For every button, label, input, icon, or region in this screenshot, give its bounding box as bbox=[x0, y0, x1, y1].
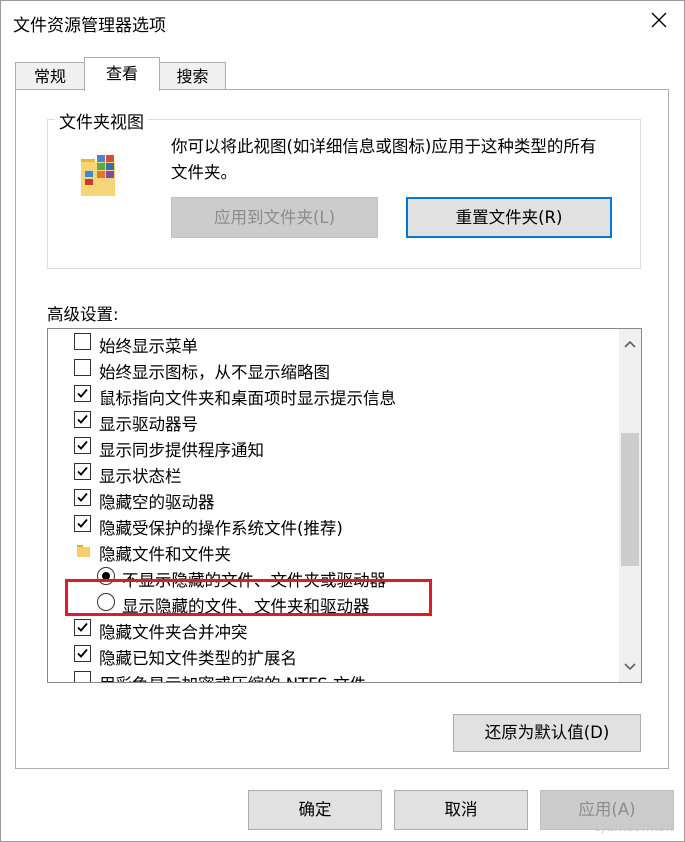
dialog-window: 文件资源管理器选项 常规 查看 搜索 .tab{top:61px;} .tab.… bbox=[0, 0, 685, 842]
list-item[interactable]: 显示驱动器号 bbox=[48, 408, 620, 434]
list-item[interactable]: 显示同步提供程序通知 bbox=[48, 434, 620, 460]
chevron-down-icon bbox=[624, 663, 636, 671]
advanced-settings-label: 高级设置: bbox=[47, 305, 119, 324]
description-line-2: 文件夹。 bbox=[171, 163, 237, 182]
checkbox-checked[interactable] bbox=[74, 437, 91, 454]
list-item-label: 隐藏受保护的操作系统文件(推荐) bbox=[99, 519, 343, 538]
checkbox-unchecked[interactable] bbox=[74, 333, 91, 350]
checkbox-unchecked[interactable] bbox=[74, 671, 91, 682]
restore-defaults-button[interactable]: 还原为默认值(D) bbox=[453, 714, 641, 752]
list-item-label: 显示同步提供程序通知 bbox=[99, 441, 264, 460]
close-icon bbox=[651, 12, 667, 28]
folder-icon bbox=[77, 543, 91, 562]
close-button[interactable] bbox=[648, 9, 670, 31]
advanced-settings-list[interactable]: 始终显示菜单 始终显示图标，从不显示缩略图 鼠标指向文件夹和桌面项时显示提示信息… bbox=[47, 328, 642, 683]
list-item-label: 用彩色显示加密或压缩的 NTFS 文件 bbox=[99, 671, 366, 682]
checkbox-checked[interactable] bbox=[74, 411, 91, 428]
list-item[interactable]: 不显示隐藏的文件、文件夹或驱动器 bbox=[48, 564, 620, 590]
scrollbar-thumb[interactable] bbox=[621, 433, 639, 566]
tab-search[interactable]: 搜索 bbox=[159, 62, 226, 90]
checkmark-icon bbox=[77, 466, 88, 476]
list-item[interactable]: 始终显示图标，从不显示缩略图 bbox=[48, 356, 620, 382]
vertical-scrollbar[interactable] bbox=[619, 329, 641, 682]
list-item[interactable]: 显示隐藏的文件、文件夹和驱动器 bbox=[48, 590, 620, 616]
list-item-label: 始终显示菜单 bbox=[99, 337, 198, 356]
list-item[interactable]: 鼠标指向文件夹和桌面项时显示提示信息 bbox=[48, 382, 620, 408]
description-line-1: 你可以将此视图(如详细信息或图标)应用于这种类型的所有 bbox=[171, 137, 597, 156]
list-item-label: 显示驱动器号 bbox=[99, 415, 198, 434]
list-item-label: 不显示隐藏的文件、文件夹或驱动器 bbox=[122, 571, 386, 590]
reset-folders-button[interactable]: 重置文件夹(R) bbox=[406, 197, 612, 238]
apply-to-folders-button[interactable]: 应用到文件夹(L) bbox=[171, 197, 378, 238]
list-item-label: 始终显示图标，从不显示缩略图 bbox=[99, 363, 330, 382]
list-item-label: 隐藏文件和文件夹 bbox=[99, 545, 231, 564]
checkmark-icon bbox=[77, 622, 88, 632]
scroll-down-button[interactable] bbox=[619, 658, 641, 676]
tab-view-label: 查看 bbox=[105, 64, 138, 83]
list-item[interactable]: 隐藏空的驱动器 bbox=[48, 486, 620, 512]
folder-views-description: 你可以将此视图(如详细信息或图标)应用于这种类型的所有 文件夹。 bbox=[171, 134, 641, 186]
checkbox-checked[interactable] bbox=[74, 645, 91, 662]
checkbox-checked[interactable] bbox=[74, 463, 91, 480]
tab-search-label: 搜索 bbox=[176, 67, 209, 86]
list-item[interactable]: 隐藏文件夹合并冲突 bbox=[48, 616, 620, 642]
tab-general-label: 常规 bbox=[33, 67, 66, 86]
checkmark-icon bbox=[77, 518, 88, 528]
watermark: cfan.com.cn bbox=[594, 820, 674, 835]
checkmark-icon bbox=[77, 648, 88, 658]
list-item-label: 显示状态栏 bbox=[99, 467, 182, 486]
list-item[interactable]: 隐藏已知文件类型的扩展名 bbox=[48, 642, 620, 668]
list-item-label: 显示隐藏的文件、文件夹和驱动器 bbox=[122, 597, 370, 616]
checkmark-icon bbox=[77, 492, 88, 502]
list-item-label: 隐藏文件夹合并冲突 bbox=[99, 623, 248, 642]
list-item[interactable]: 用彩色显示加密或压缩的 NTFS 文件 bbox=[48, 668, 620, 682]
radio-dot bbox=[102, 572, 110, 580]
list-item-label: 隐藏空的驱动器 bbox=[99, 493, 215, 512]
checkmark-icon bbox=[77, 414, 88, 424]
window-title: 文件资源管理器选项 bbox=[13, 16, 166, 36]
checkmark-icon bbox=[77, 440, 88, 450]
list-item[interactable]: 始终显示菜单 bbox=[48, 330, 620, 356]
list-item[interactable]: 隐藏受保护的操作系统文件(推荐) bbox=[48, 512, 620, 538]
checkbox-checked[interactable] bbox=[74, 489, 91, 506]
tab-general[interactable]: 常规 bbox=[15, 62, 85, 90]
checkmark-icon bbox=[77, 388, 88, 398]
ok-button[interactable]: 确定 bbox=[248, 790, 382, 830]
list-item-label: 隐藏已知文件类型的扩展名 bbox=[99, 649, 297, 668]
folder-view-icon bbox=[79, 153, 125, 203]
list-item: 隐藏文件和文件夹 bbox=[48, 538, 620, 564]
advanced-settings-rows: 始终显示菜单 始终显示图标，从不显示缩略图 鼠标指向文件夹和桌面项时显示提示信息… bbox=[48, 329, 620, 682]
cancel-button[interactable]: 取消 bbox=[394, 790, 528, 830]
folder-views-title: 文件夹视图 bbox=[55, 108, 148, 133]
list-item[interactable]: 显示状态栏 bbox=[48, 460, 620, 486]
checkbox-checked[interactable] bbox=[74, 515, 91, 532]
tab-view[interactable]: 查看 bbox=[84, 57, 160, 91]
radio-unselected[interactable] bbox=[97, 593, 115, 611]
scroll-up-button[interactable] bbox=[619, 335, 641, 353]
checkbox-checked[interactable] bbox=[74, 619, 91, 636]
checkbox-checked[interactable] bbox=[74, 385, 91, 402]
checkbox-unchecked[interactable] bbox=[74, 359, 91, 376]
list-item-label: 鼠标指向文件夹和桌面项时显示提示信息 bbox=[99, 389, 396, 408]
radio-selected[interactable] bbox=[97, 567, 115, 585]
chevron-up-icon bbox=[624, 340, 636, 348]
